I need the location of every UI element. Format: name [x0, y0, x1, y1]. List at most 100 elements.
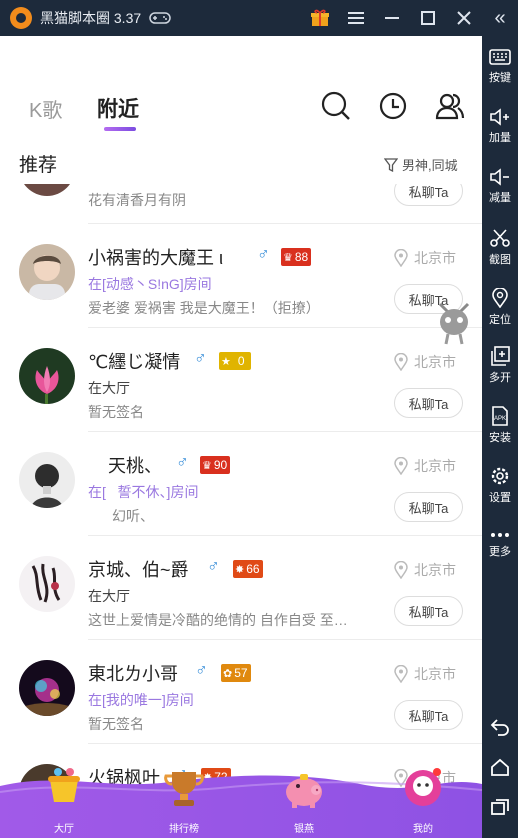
crown-icon: ♛	[202, 459, 212, 472]
clock-icon[interactable]	[377, 90, 409, 122]
user-signature: 幻听、	[112, 508, 154, 524]
location-pin-icon	[394, 665, 408, 683]
profile-icon	[405, 768, 441, 806]
recent-apps-icon	[491, 799, 509, 815]
sidebar-item-keyboard[interactable]: 按键	[482, 48, 518, 85]
nav-label: 我的	[413, 824, 433, 835]
user-signature: 暂无签名	[88, 716, 144, 732]
avatar	[19, 452, 75, 508]
sidebar-item-volume-down[interactable]: 减量	[482, 168, 518, 205]
private-chat-button[interactable]: 私聊Ta	[394, 388, 463, 418]
nav-label: 银燕	[294, 824, 314, 835]
emulator-sidebar: 按键 加量 减量 截图 定位 多开 APK 安装 设置 更多	[482, 36, 518, 838]
flower-icon: ✿	[223, 667, 233, 680]
user-name: ℃纆じ凝情	[88, 352, 181, 372]
bottom-nav: 大厅 排行榜 银燕 我的	[0, 768, 482, 838]
sidebar-label: 多开	[489, 372, 511, 384]
private-chat-button[interactable]: 私聊Ta	[394, 596, 463, 626]
avatar	[19, 244, 75, 300]
close-icon[interactable]	[446, 0, 482, 36]
user-signature: 这世上爱情是冷酷的绝情的 自作自受 至…	[88, 612, 348, 628]
active-tab-indicator	[104, 127, 136, 131]
svg-text:APK: APK	[494, 416, 506, 422]
user-room: 在大厅	[88, 588, 130, 604]
filter-button[interactable]: 男神,同城	[384, 155, 458, 174]
list-item[interactable]: ℃纆じ凝情 ♂ ★ 0 在大厅 暂无签名 北京市 私聊Ta	[0, 328, 482, 432]
window-title: 黑猫脚本圈 3.37	[40, 10, 142, 26]
list-item[interactable]: 京城、伯~爵 ♂ ✸ 66 在大厅 这世上爱情是冷酷的绝情的 自作自受 至… 北京…	[0, 536, 482, 640]
menu-icon[interactable]	[338, 0, 374, 36]
private-chat-button[interactable]: 私聊Ta	[394, 492, 463, 522]
filter-label: 男神,同城	[402, 158, 458, 173]
section-title: 推荐	[19, 155, 58, 176]
minimize-icon[interactable]	[374, 0, 410, 36]
volume-down-icon	[490, 168, 509, 186]
private-chat-button[interactable]: 私聊Ta	[394, 184, 463, 206]
nav-ranking[interactable]: 排行榜	[149, 772, 219, 838]
sidebar-label: 设置	[489, 492, 511, 504]
level-badge: ♛ 88	[281, 248, 312, 266]
home-icon	[491, 758, 509, 776]
user-location: 北京市	[394, 248, 456, 268]
tab-nearby[interactable]: 附近	[97, 93, 139, 123]
title-bar: 黑猫脚本圈 3.37 «	[0, 0, 518, 36]
user-location: 北京市	[394, 560, 456, 580]
user-name: 小祸害的大魔王 ι	[88, 248, 223, 268]
list-item[interactable]: 天桃、 ♂ ♛ 90 在[ 誓不休、]房间 幻听、 北京市 私聊Ta	[0, 432, 482, 536]
male-icon: ♂	[176, 452, 189, 471]
user-room-link[interactable]: 在[ 誓不休、]房间	[88, 482, 198, 502]
nav-label: 排行榜	[169, 824, 199, 835]
gamepad-icon[interactable]	[149, 11, 171, 25]
location-pin-icon	[394, 353, 408, 371]
nav-profile[interactable]: 我的	[388, 768, 458, 838]
friends-icon[interactable]	[434, 90, 466, 122]
app-window: { "window": { "title": "黑猫脚本圈 3.37", "bu…	[0, 0, 518, 838]
male-icon: ♂	[195, 660, 208, 679]
back-button[interactable]	[482, 718, 518, 739]
male-icon: ♂	[207, 556, 220, 575]
user-signature: 花有清香月有阴	[88, 192, 186, 208]
sidebar-label: 减量	[489, 192, 511, 204]
nav-hall[interactable]: 大厅	[29, 768, 99, 838]
user-list: 花有清香月有阴 私聊Ta 小祸害的大魔王 ι ♂ ♛ 88 在[动感丶S!nG]房…	[0, 184, 482, 838]
nav-label: 大厅	[54, 824, 74, 835]
ranking-icon	[164, 772, 204, 806]
sidebar-label: 按键	[489, 72, 511, 84]
collapse-sidebar-icon[interactable]: «	[482, 0, 518, 36]
user-room-link[interactable]: 在[我的唯一]房间	[88, 690, 194, 710]
sidebar-label: 更多	[489, 546, 511, 558]
user-location: 北京市	[394, 352, 456, 372]
sidebar-item-install-apk[interactable]: APK 安装	[482, 406, 518, 445]
list-item[interactable]: 東北ㄌ小哥 ♂ ✿ 57 在[我的唯一]房间 暂无签名 北京市 私聊Ta	[0, 640, 482, 744]
recent-apps-button[interactable]	[482, 798, 518, 819]
apk-install-icon: APK	[492, 406, 508, 426]
maximize-icon[interactable]	[410, 0, 446, 36]
crown-icon: ♛	[283, 251, 293, 264]
avatar	[19, 660, 75, 716]
sidebar-item-settings[interactable]: 设置	[482, 466, 518, 505]
male-icon: ♂	[257, 244, 270, 263]
sidebar-item-more[interactable]: 更多	[482, 530, 518, 559]
sidebar-item-volume-up[interactable]: 加量	[482, 108, 518, 145]
search-icon[interactable]	[320, 90, 352, 122]
tab-ksong[interactable]: K歌	[29, 94, 62, 123]
top-tabs: K歌 附近	[0, 36, 482, 136]
floating-robot-icon[interactable]	[436, 300, 472, 346]
sidebar-item-multi-open[interactable]: 多开	[482, 346, 518, 385]
user-room-link[interactable]: 在[动感丶S!nG]房间	[88, 274, 212, 294]
nav-piggy-bank[interactable]: 银燕	[269, 772, 339, 838]
list-item[interactable]: 小祸害的大魔王 ι ♂ ♛ 88 在[动感丶S!nG]房间 爱老婆 爱祸害 我是大…	[0, 224, 482, 328]
home-button[interactable]	[482, 758, 518, 779]
level-badge: ✿ 57	[221, 664, 251, 682]
user-location: 北京市	[394, 456, 456, 476]
recommend-header: 推荐 男神,同城	[0, 144, 482, 184]
gift-icon[interactable]	[302, 0, 338, 36]
user-signature: 暂无签名	[88, 404, 144, 420]
sidebar-item-screenshot[interactable]: 截图	[482, 228, 518, 267]
sidebar-item-location[interactable]: 定位	[482, 288, 518, 327]
private-chat-button[interactable]: 私聊Ta	[394, 700, 463, 730]
keyboard-icon	[489, 49, 511, 65]
piggy-bank-icon	[286, 774, 322, 808]
list-item[interactable]: 花有清香月有阴 私聊Ta	[0, 184, 482, 224]
filter-icon	[384, 157, 398, 172]
